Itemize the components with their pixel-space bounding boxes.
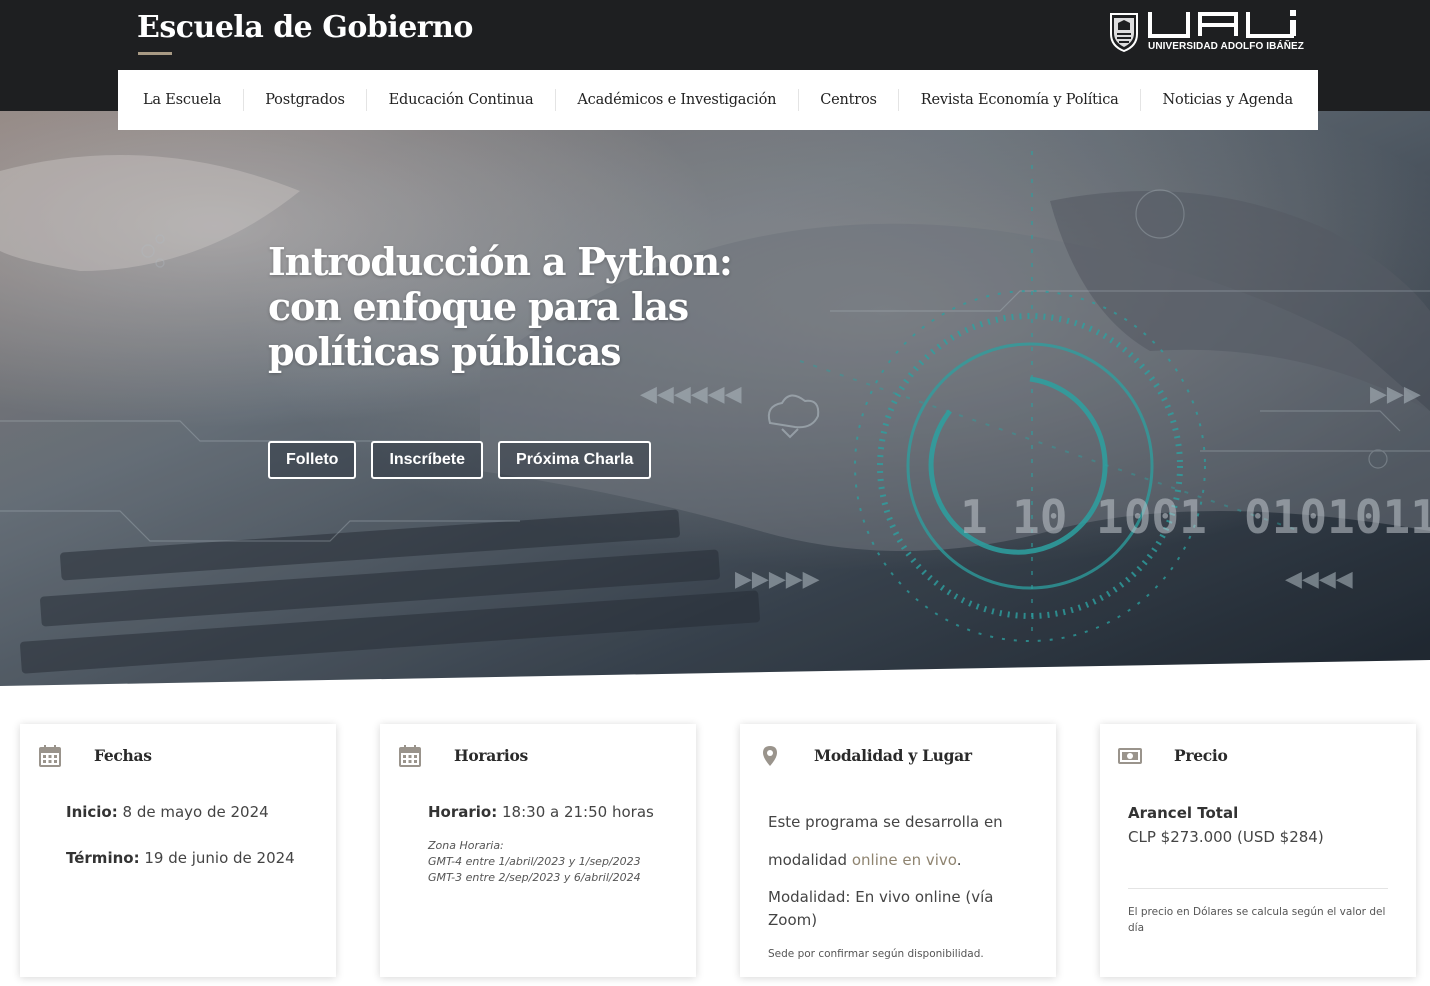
zona-horaria-line-2: GMT-3 entre 2/sep/2023 y 6/abril/2024 — [428, 871, 641, 884]
online-en-vivo-link[interactable]: online en vivo — [852, 851, 957, 869]
horarios-title: Horarios — [454, 746, 528, 765]
precio-title: Precio — [1174, 746, 1228, 765]
modalidad-card: Modalidad y Lugar Este programa se desar… — [740, 724, 1056, 977]
nav-divider — [898, 89, 900, 111]
money-icon — [1118, 748, 1142, 764]
modalidad-description: Este programa se desarrolla en modalidad… — [768, 803, 1038, 879]
inicio-value: 8 de mayo de 2024 — [122, 803, 269, 821]
precio-divider — [1128, 888, 1388, 889]
arancel-label: Arancel Total — [1128, 804, 1239, 822]
fechas-title: Fechas — [94, 746, 152, 765]
precio-note: El precio en Dólares se calcula según el… — [1128, 906, 1386, 934]
nav-item-educacion-continua[interactable]: Educación Continua — [389, 92, 534, 108]
zona-horaria-line-1: GMT-4 entre 1/abril/2023 y 1/sep/2023 — [428, 855, 641, 868]
uai-wordmark-icon — [1148, 10, 1296, 38]
hero-banner: ◀◀◀◀◀◀ ▶▶▶ ▶▶▶▶▶ ◀◀◀◀ 1 10 1001 0101011 … — [0, 111, 1430, 686]
inscribete-button[interactable]: Inscríbete — [371, 441, 484, 479]
nav-divider — [797, 89, 799, 111]
nav-item-noticias[interactable]: Noticias y Agenda — [1163, 92, 1294, 108]
modalidad-text: Modalidad: En vivo online (vía Zoom) — [768, 888, 994, 929]
zona-horaria-block: Zona Horaria: GMT-4 entre 1/abril/2023 y… — [428, 838, 641, 886]
sede-note: Sede por confirmar según disponibilidad. — [768, 948, 984, 960]
proxima-charla-button[interactable]: Próxima Charla — [498, 441, 652, 479]
inicio-row: Inicio: 8 de mayo de 2024 — [66, 803, 269, 821]
hero-title: Introducción a Python: con enfoque para … — [268, 239, 733, 374]
horario-row: Horario: 18:30 a 21:50 horas — [428, 803, 654, 821]
crest-icon — [1110, 13, 1138, 52]
nav-divider — [554, 89, 556, 111]
modalidad-line-1: Este programa se desarrolla en — [768, 813, 1003, 831]
nav-item-centros[interactable]: Centros — [820, 92, 877, 108]
modalidad-title: Modalidad y Lugar — [814, 746, 972, 765]
title-underline — [138, 52, 172, 55]
uai-logo[interactable]: UNIVERSIDAD ADOLFO IBÁÑEZ — [1108, 10, 1304, 54]
horario-label: Horario: — [428, 803, 498, 821]
modalidad-line-2-suffix: . — [956, 851, 962, 869]
nav-item-academicos[interactable]: Académicos e Investigación — [577, 92, 776, 108]
fechas-card: Fechas Inicio: 8 de mayo de 2024 Término… — [20, 724, 336, 977]
site-title[interactable]: Escuela de Gobierno — [137, 10, 473, 45]
calendar-icon — [399, 745, 421, 767]
nav-item-la-escuela[interactable]: La Escuela — [143, 92, 221, 108]
hero-button-group: Folleto Inscríbete Próxima Charla — [268, 441, 652, 479]
nav-item-revista[interactable]: Revista Economía y Política — [921, 92, 1119, 108]
logo-text: UNIVERSIDAD ADOLFO IBÁÑEZ — [1148, 41, 1305, 52]
nav-item-postgrados[interactable]: Postgrados — [265, 92, 345, 108]
folleto-button[interactable]: Folleto — [268, 441, 357, 479]
horarios-card: Horarios Horario: 18:30 a 21:50 horas Zo… — [380, 724, 696, 977]
precio-card: Precio Arancel Total CLP $273.000 (USD $… — [1100, 724, 1416, 977]
termino-value: 19 de junio de 2024 — [144, 849, 295, 867]
nav-divider — [1140, 89, 1142, 111]
calendar-icon — [39, 745, 61, 767]
zona-horaria-label: Zona Horaria: — [428, 839, 504, 852]
nav-divider — [242, 89, 244, 111]
main-nav: La Escuela Postgrados Educación Continua… — [118, 70, 1318, 130]
modalidad-line-2: modalidad online en vivo. — [768, 841, 1038, 879]
location-pin-icon — [763, 746, 777, 766]
nav-divider — [366, 89, 368, 111]
inicio-label: Inicio: — [66, 803, 118, 821]
modalidad-line-2-prefix: modalidad — [768, 851, 848, 869]
termino-row: Término: 19 de junio de 2024 — [66, 849, 295, 867]
horario-value: 18:30 a 21:50 horas — [502, 803, 654, 821]
hero-background-image: ◀◀◀◀◀◀ ▶▶▶ ▶▶▶▶▶ ◀◀◀◀ 1 10 1001 0101011 — [0, 111, 1430, 686]
termino-label: Término: — [66, 849, 140, 867]
arancel-value: CLP $273.000 (USD $284) — [1128, 828, 1324, 846]
